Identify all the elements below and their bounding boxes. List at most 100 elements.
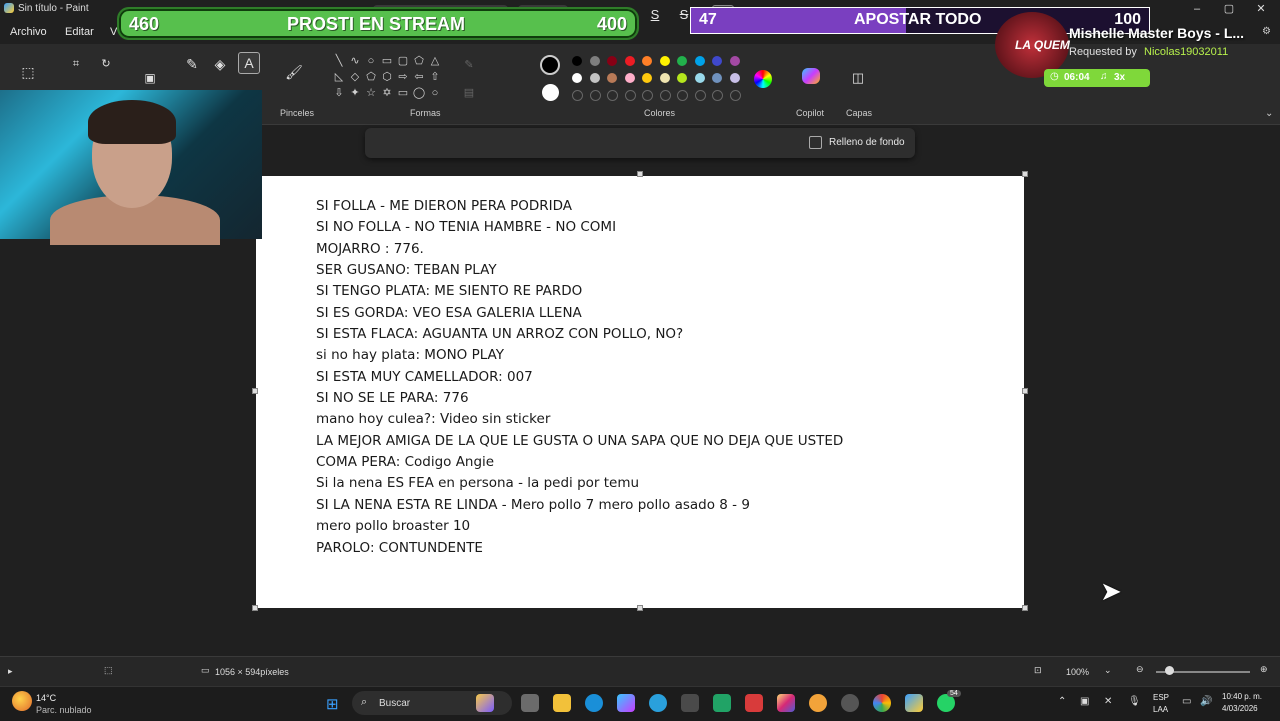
resize-handle-top[interactable] [637, 171, 643, 177]
palette-color-swatch[interactable] [589, 73, 600, 83]
telegram-icon[interactable] [649, 694, 667, 712]
menu-editar[interactable]: Editar [65, 26, 94, 38]
triangle-shape-icon[interactable]: △ [428, 54, 442, 68]
custom-color-slot[interactable] [589, 90, 601, 101]
clock-date[interactable]: 4/03/2026 [1222, 704, 1258, 713]
custom-color-slot[interactable] [642, 90, 653, 101]
copilot-taskbar-icon[interactable] [617, 694, 635, 712]
palette-color-swatch[interactable] [712, 73, 722, 83]
layers-icon[interactable]: ◫ [848, 68, 868, 88]
four-point-star-icon[interactable]: ✦ [348, 86, 362, 100]
color1-swatch[interactable] [540, 55, 560, 75]
curve-shape-icon[interactable]: ∿ [348, 54, 362, 68]
zoom-out-icon[interactable]: ⊖ [1136, 664, 1144, 675]
custom-color-slot[interactable] [659, 90, 671, 101]
settings-gear-icon[interactable]: ⚙ [1262, 26, 1271, 37]
fit-screen-icon[interactable]: ⊡ [1034, 665, 1042, 676]
zoom-in-icon[interactable]: ⊕ [1260, 664, 1268, 675]
resize-handle-top-right[interactable] [1022, 171, 1028, 177]
palette-color-swatch[interactable] [589, 56, 600, 66]
rounded-rect-shape-icon[interactable]: ▢ [396, 54, 410, 68]
microphone-icon[interactable]: 🎙 [1128, 696, 1141, 707]
custom-color-slot[interactable] [607, 90, 618, 101]
menu-archivo[interactable]: Archivo [10, 26, 47, 38]
palette-color-swatch[interactable] [607, 56, 617, 66]
diamond-shape-icon[interactable]: ◇ [348, 70, 362, 84]
display-icon[interactable]: ▭ [1182, 696, 1191, 707]
canvas-text-block[interactable]: SI FOLLA - ME DIERON PERA PODRIDA SI NO F… [316, 196, 1016, 559]
resize-handle-right[interactable] [1022, 388, 1028, 394]
palette-color-swatch[interactable] [694, 73, 705, 83]
custom-color-slot[interactable] [694, 90, 706, 101]
store-icon[interactable] [681, 694, 699, 712]
weather-icon[interactable] [12, 691, 32, 711]
keyboard-layout[interactable]: LAA [1153, 705, 1168, 714]
left-arrow-shape-icon[interactable]: ⇦ [412, 70, 426, 84]
callout-shape-icon[interactable]: ▭ [396, 86, 410, 100]
five-point-star-icon[interactable]: ☆ [364, 86, 378, 100]
copilot-icon[interactable] [802, 68, 820, 84]
palette-color-swatch[interactable] [677, 56, 687, 66]
edge-icon[interactable] [585, 694, 603, 712]
palette-color-swatch[interactable] [694, 56, 705, 66]
palette-color-swatch[interactable] [712, 56, 722, 66]
palette-color-swatch[interactable] [642, 73, 652, 83]
ribbon-collapse-icon[interactable]: ⌄ [1265, 108, 1273, 119]
palette-color-swatch[interactable] [677, 73, 687, 83]
oval-shape-icon[interactable]: ○ [364, 54, 378, 68]
resize-handle-bottom-left[interactable] [252, 605, 258, 611]
down-arrow-shape-icon[interactable]: ⇩ [332, 86, 346, 100]
fill-background-checkbox[interactable] [809, 136, 822, 149]
resize-handle-bottom[interactable] [637, 605, 643, 611]
palette-color-swatch[interactable] [572, 73, 582, 83]
network-icon[interactable]: ✕ [1104, 696, 1112, 707]
six-point-star-icon[interactable]: ✡ [380, 86, 394, 100]
oval-callout-icon[interactable]: ◯ [412, 86, 426, 100]
volume-icon[interactable]: 🔊 [1200, 696, 1212, 707]
cloud-callout-icon[interactable]: ○ [428, 86, 442, 100]
underline-button[interactable]: S [644, 5, 666, 25]
wps-icon[interactable] [745, 694, 763, 712]
zoom-level[interactable]: 100% [1066, 667, 1089, 677]
color2-swatch[interactable] [542, 84, 559, 101]
minimize-icon[interactable]: – [1186, 1, 1208, 17]
polygon-shape-icon[interactable]: ⬠ [412, 54, 426, 68]
pencil-icon[interactable]: ✎ [182, 54, 202, 74]
palette-color-swatch[interactable] [624, 73, 635, 83]
fill-bucket-icon[interactable]: ◈ [210, 54, 230, 74]
right-arrow-shape-icon[interactable]: ⇨ [396, 70, 410, 84]
rotate-icon[interactable]: ↻ [96, 54, 116, 74]
line-shape-icon[interactable]: ╲ [332, 54, 346, 68]
custom-color-slot[interactable] [677, 90, 688, 101]
pentagon-shape-icon[interactable]: ⬠ [364, 70, 378, 84]
maximize-icon[interactable]: ▢ [1218, 1, 1240, 17]
custom-color-slot[interactable] [572, 90, 583, 101]
excel-icon[interactable] [713, 694, 731, 712]
palette-color-swatch[interactable] [572, 56, 582, 66]
resize-handle-left[interactable] [252, 388, 258, 394]
zoom-chevron-icon[interactable]: ⌄ [1104, 665, 1112, 676]
custom-color-slot[interactable] [729, 90, 741, 101]
up-arrow-shape-icon[interactable]: ⇧ [428, 70, 442, 84]
brush-icon[interactable]: 🖌 [284, 62, 304, 82]
paint-taskbar-icon[interactable] [905, 694, 923, 712]
rectangle-shape-icon[interactable]: ▭ [380, 54, 394, 68]
palette-color-swatch[interactable] [624, 56, 635, 66]
language-code[interactable]: ESP [1153, 693, 1169, 702]
text-tool-icon[interactable]: A [238, 52, 260, 74]
select-tool-icon[interactable]: ⬚ [18, 62, 38, 82]
shape-fill-icon[interactable]: ▤ [462, 86, 476, 100]
instagram-icon[interactable] [777, 694, 795, 712]
obs-icon[interactable] [841, 694, 859, 712]
task-view-icon[interactable] [521, 694, 539, 712]
right-triangle-shape-icon[interactable]: ◺ [332, 70, 346, 84]
outline-icon[interactable]: ✎ [462, 58, 476, 72]
windows-start-icon[interactable]: ⊞ [326, 695, 339, 713]
clock-time[interactable]: 10:40 p. m. [1222, 692, 1262, 701]
custom-color-slot[interactable] [624, 90, 636, 101]
close-icon[interactable]: ✕ [1250, 1, 1272, 17]
chrome-icon[interactable] [873, 694, 891, 712]
zoom-slider-thumb[interactable] [1165, 666, 1174, 675]
tray-app-icon[interactable]: ▣ [1080, 696, 1089, 707]
browser-icon[interactable] [809, 694, 827, 712]
